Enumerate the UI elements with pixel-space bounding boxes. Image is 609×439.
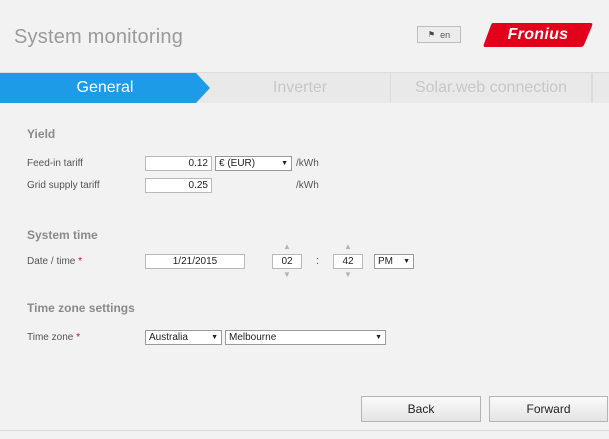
timezone-section-title: Time zone settings xyxy=(27,301,135,315)
grid-supply-tariff-label: Grid supply tariff xyxy=(27,180,100,191)
date-time-label-text: Date / time xyxy=(27,256,76,267)
page-title: System monitoring xyxy=(14,26,184,48)
grid-supply-tariff-input[interactable]: 0.25 xyxy=(145,178,212,193)
feed-in-tariff-label: Feed-in tariff xyxy=(27,158,83,169)
chevron-down-icon: ▼ xyxy=(375,334,382,341)
flag-icon: ⚑ xyxy=(427,30,436,39)
timezone-city-select[interactable]: Melbourne ▼ xyxy=(225,330,386,345)
minute-input[interactable]: 42 xyxy=(333,254,363,269)
timezone-label: Time zone * xyxy=(27,332,80,343)
timezone-label-text: Time zone xyxy=(27,332,74,343)
required-mark: * xyxy=(78,256,83,267)
chevron-down-icon: ▼ xyxy=(281,160,288,167)
time-separator: : xyxy=(316,255,320,267)
grid-supply-unit: /kWh xyxy=(296,180,319,191)
minute-down-icon[interactable]: ▼ xyxy=(344,271,352,279)
timezone-region-select[interactable]: Australia ▼ xyxy=(145,330,222,345)
date-time-label: Date / time * xyxy=(27,256,82,267)
header: System monitoring ⚑ en Fronius xyxy=(0,0,609,72)
system-time-section-title: System time xyxy=(27,228,98,242)
yield-section-title: Yield xyxy=(27,127,56,141)
tab-overflow xyxy=(592,73,609,103)
footer-divider xyxy=(0,430,609,431)
tab-solar-web-connection[interactable]: Solar.web connection xyxy=(391,73,592,103)
tab-label: Inverter xyxy=(272,79,328,96)
region-value: Australia xyxy=(149,332,188,343)
tab-inverter[interactable]: Inverter xyxy=(210,73,391,103)
currency-select[interactable]: € (EUR) ▼ xyxy=(215,156,292,171)
back-button[interactable]: Back xyxy=(361,396,481,422)
wizard-tabs: General Inverter Solar.web connection xyxy=(0,72,609,103)
chevron-down-icon: ▼ xyxy=(211,334,218,341)
hour-input[interactable]: 02 xyxy=(272,254,302,269)
tab-label: General xyxy=(76,79,134,96)
tab-label: Solar.web connection xyxy=(414,79,568,96)
forward-button[interactable]: Forward xyxy=(489,396,608,422)
fronius-logo: Fronius xyxy=(483,22,593,48)
brand-name: Fronius xyxy=(507,26,569,43)
hour-down-icon[interactable]: ▼ xyxy=(283,271,291,279)
language-selector[interactable]: ⚑ en xyxy=(417,26,461,43)
chevron-down-icon: ▼ xyxy=(403,258,410,265)
currency-value: € (EUR) xyxy=(219,158,256,169)
tab-general[interactable]: General xyxy=(0,73,210,103)
hour-up-icon[interactable]: ▲ xyxy=(283,243,291,251)
city-value: Melbourne xyxy=(229,332,277,343)
date-input[interactable]: 1/21/2015 xyxy=(145,254,245,269)
language-label: en xyxy=(440,29,451,40)
required-mark: * xyxy=(76,332,81,343)
feed-in-tariff-input[interactable]: 0.12 xyxy=(145,156,212,171)
ampm-select[interactable]: PM ▼ xyxy=(374,254,414,269)
feed-in-unit: /kWh xyxy=(296,158,319,169)
ampm-value: PM xyxy=(378,256,393,267)
minute-up-icon[interactable]: ▲ xyxy=(344,243,352,251)
